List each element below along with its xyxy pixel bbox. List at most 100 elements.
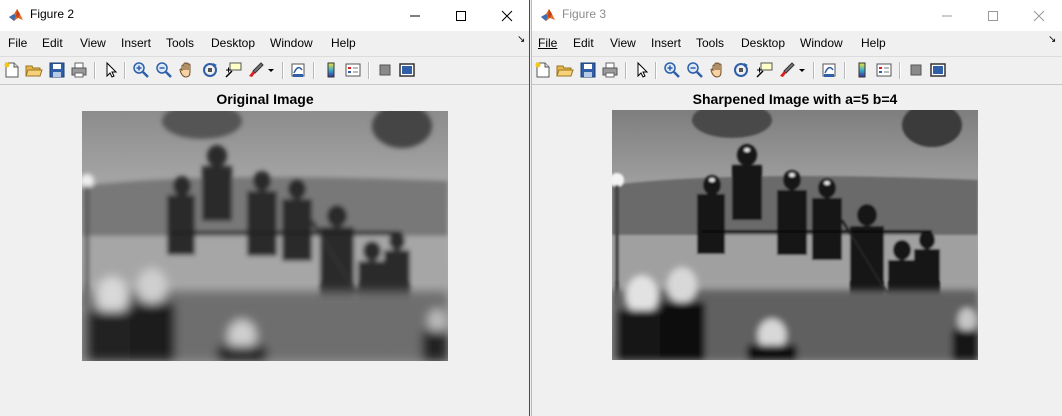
- plot-title: Sharpened Image with a=5 b=4: [692, 91, 898, 107]
- hide-plot-tools-icon: [910, 64, 922, 76]
- toolbar-separator: [899, 62, 901, 79]
- menu-file[interactable]: File: [8, 36, 27, 50]
- zoom-in-button[interactable]: [663, 61, 681, 79]
- toolbar-separator: [625, 62, 627, 79]
- insert-colorbar-button[interactable]: [853, 61, 871, 79]
- minimize-button[interactable]: [924, 0, 970, 31]
- edit-plot-arrow-icon: [106, 61, 118, 78]
- figure-3-window: Figure 3 File Edit View Insert Tools Des…: [531, 0, 1062, 416]
- brush-menu-button[interactable]: [797, 61, 807, 79]
- insert-legend-icon: [876, 63, 892, 77]
- insert-colorbar-button[interactable]: [322, 61, 340, 79]
- menu-help[interactable]: Help: [331, 36, 356, 50]
- rotate-3d-icon: [203, 63, 217, 77]
- pan-button[interactable]: [178, 61, 196, 79]
- show-plot-tools-button[interactable]: [929, 61, 947, 79]
- show-plot-tools-button[interactable]: [398, 61, 416, 79]
- title-bar[interactable]: Figure 3: [532, 0, 1062, 31]
- new-figure-button[interactable]: [534, 61, 552, 79]
- minimize-icon: [942, 15, 952, 17]
- zoom-in-button[interactable]: [132, 61, 150, 79]
- save-button[interactable]: [579, 61, 597, 79]
- rotate-3d-button[interactable]: [201, 61, 219, 79]
- menu-dock-arrow-icon[interactable]: ↘: [1048, 34, 1056, 45]
- zoom-in-icon: [664, 62, 680, 78]
- insert-legend-icon: [345, 63, 361, 77]
- menu-window[interactable]: Window: [800, 36, 843, 50]
- close-button[interactable]: [1016, 0, 1062, 31]
- open-file-icon: [556, 65, 574, 77]
- data-cursor-icon: [225, 62, 242, 78]
- menu-edit[interactable]: Edit: [573, 36, 594, 50]
- brush-icon: [780, 62, 795, 77]
- hide-plot-tools-icon: [379, 64, 391, 76]
- zoom-out-icon: [156, 62, 172, 78]
- edit-plot-button[interactable]: [102, 61, 120, 79]
- link-plot-icon: [291, 63, 305, 77]
- menu-dock-arrow-icon[interactable]: ↘: [517, 34, 525, 45]
- matlab-logo-icon: [9, 9, 23, 21]
- link-plot-button[interactable]: [820, 61, 838, 79]
- toolbar-separator: [655, 62, 657, 79]
- open-file-button[interactable]: [556, 61, 574, 79]
- open-file-button[interactable]: [25, 61, 43, 79]
- pan-button[interactable]: [709, 61, 727, 79]
- data-cursor-button[interactable]: [755, 61, 773, 79]
- menu-desktop[interactable]: Desktop: [741, 36, 785, 50]
- figure-toolbar: [0, 56, 529, 85]
- menu-edit[interactable]: Edit: [42, 36, 63, 50]
- menu-view[interactable]: View: [610, 36, 636, 50]
- print-button[interactable]: [601, 61, 619, 79]
- maximize-button[interactable]: [970, 0, 1016, 31]
- save-icon: [580, 62, 596, 78]
- brush-menu-button[interactable]: [266, 61, 276, 79]
- close-icon: [501, 10, 513, 22]
- maximize-icon: [456, 11, 466, 21]
- menu-file[interactable]: File: [538, 36, 557, 50]
- pan-hand-icon: [710, 62, 722, 78]
- open-file-icon: [25, 65, 43, 77]
- minimize-icon: [410, 15, 420, 17]
- data-cursor-icon: [756, 62, 773, 78]
- close-button[interactable]: [484, 0, 529, 31]
- figure-2-window: Figure 2 File Edit View Insert Tools Des…: [0, 0, 530, 416]
- brush-icon: [249, 62, 264, 77]
- close-icon: [1033, 10, 1045, 22]
- figure-toolbar: [532, 56, 1062, 85]
- menu-help[interactable]: Help: [861, 36, 886, 50]
- data-cursor-button[interactable]: [224, 61, 242, 79]
- brush-button[interactable]: [778, 61, 796, 79]
- photographers-photo: [612, 110, 978, 360]
- print-button[interactable]: [70, 61, 88, 79]
- matlab-logo-icon: [541, 9, 555, 21]
- menu-insert[interactable]: Insert: [121, 36, 151, 50]
- minimize-button[interactable]: [392, 0, 438, 31]
- toolbar-separator: [368, 62, 370, 79]
- new-figure-button[interactable]: [3, 61, 21, 79]
- menu-tools[interactable]: Tools: [696, 36, 724, 50]
- print-icon: [602, 62, 618, 78]
- zoom-out-button[interactable]: [686, 61, 704, 79]
- link-plot-button[interactable]: [289, 61, 307, 79]
- brush-menu-arrow-icon: [268, 69, 274, 72]
- save-icon: [49, 62, 65, 78]
- insert-colorbar-icon: [858, 62, 866, 78]
- save-button[interactable]: [48, 61, 66, 79]
- zoom-out-button[interactable]: [155, 61, 173, 79]
- maximize-button[interactable]: [438, 0, 484, 31]
- menu-window[interactable]: Window: [270, 36, 313, 50]
- menu-desktop[interactable]: Desktop: [211, 36, 255, 50]
- insert-legend-button[interactable]: [875, 61, 893, 79]
- new-figure-icon: [4, 62, 19, 78]
- insert-legend-button[interactable]: [344, 61, 362, 79]
- title-bar[interactable]: Figure 2: [0, 0, 529, 31]
- insert-colorbar-icon: [327, 62, 335, 78]
- menu-tools[interactable]: Tools: [166, 36, 194, 50]
- menu-view[interactable]: View: [80, 36, 106, 50]
- hide-plot-tools-button[interactable]: [907, 61, 925, 79]
- hide-plot-tools-button[interactable]: [376, 61, 394, 79]
- brush-button[interactable]: [247, 61, 265, 79]
- edit-plot-button[interactable]: [633, 61, 651, 79]
- rotate-3d-button[interactable]: [732, 61, 750, 79]
- menu-insert[interactable]: Insert: [651, 36, 681, 50]
